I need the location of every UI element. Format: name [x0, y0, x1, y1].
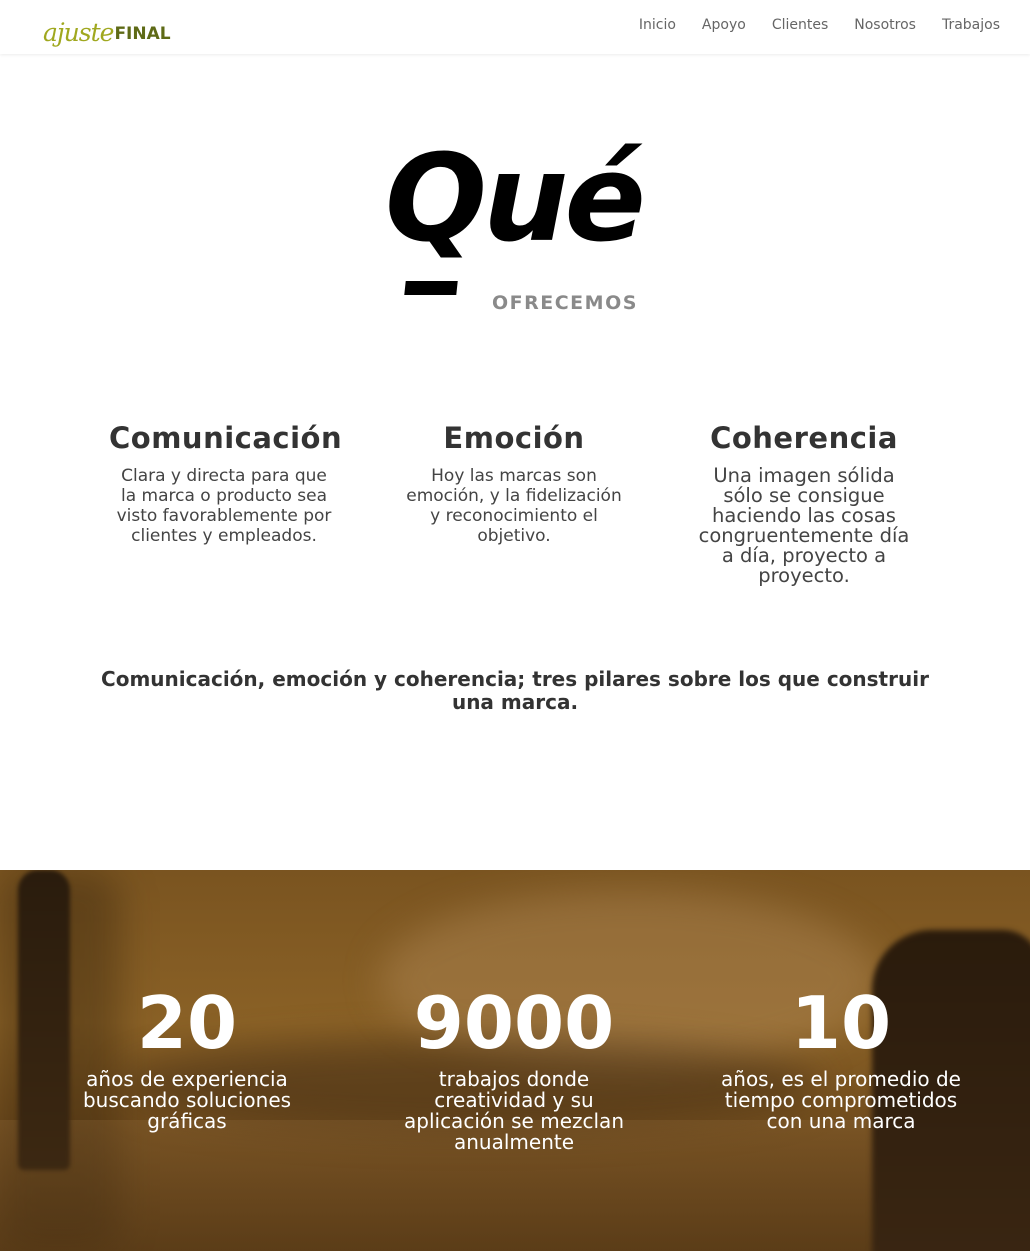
stat-description: años de experiencia buscando soluciones … [82, 1067, 292, 1133]
feature-comunicacion: Comunicación Clara y directa para que la… [109, 420, 343, 546]
tagline: Comunicación, emoción y coherencia; tres… [101, 667, 929, 714]
nav-inicio[interactable]: Inicio [639, 17, 676, 33]
logo-ajuste-text: ajuste [43, 18, 114, 47]
main-nav: Inicio Apoyo Clientes Nosotros Trabajos [613, 17, 1000, 33]
stat-description: años, es el promedio de tiempo compromet… [721, 1067, 961, 1133]
site-header: ajuste FINAL Inicio Apoyo Clientes Nosot… [0, 0, 1030, 54]
feature-text: Hoy las marcas son emoción, y la fideliz… [406, 466, 622, 546]
feature-title: Comunicación [109, 421, 343, 455]
stat-experience: 20 años de experiencia buscando solucion… [57, 980, 317, 1132]
stat-commitment: 10 años, es el promedio de tiempo compro… [711, 980, 971, 1132]
hero-title-underline [404, 281, 458, 295]
hero-subtitle: OFRECEMOS [492, 292, 638, 314]
feature-title: Emoción [443, 421, 585, 455]
hero-section: Qué OFRECEMOS [0, 140, 1030, 320]
stats-section: 20 años de experiencia buscando solucion… [0, 870, 1030, 1251]
nav-clientes[interactable]: Clientes [772, 17, 828, 33]
feature-emocion: Emoción Hoy las marcas son emoción, y la… [399, 420, 629, 546]
stat-description: trabajos donde creatividad y su aplicaci… [404, 1067, 624, 1154]
hero-title: Qué [385, 130, 646, 269]
site-logo[interactable]: ajuste FINAL [43, 9, 171, 45]
feature-text: Una imagen sólida sólo se consigue hacie… [698, 464, 910, 587]
stat-number: 10 [790, 981, 892, 1065]
feature-coherencia: Coherencia Una imagen sólida sólo se con… [689, 420, 919, 586]
feature-title: Coherencia [710, 421, 898, 455]
feature-text: Clara y directa para que la marca o prod… [116, 466, 332, 546]
stat-number: 9000 [413, 981, 615, 1065]
stat-number: 20 [136, 981, 238, 1065]
nav-nosotros[interactable]: Nosotros [854, 17, 916, 33]
nav-trabajos[interactable]: Trabajos [942, 17, 1000, 33]
stat-works: 9000 trabajos donde creatividad y su apl… [384, 980, 644, 1153]
nav-apoyo[interactable]: Apoyo [702, 17, 746, 33]
logo-final-text: FINAL [114, 24, 171, 44]
